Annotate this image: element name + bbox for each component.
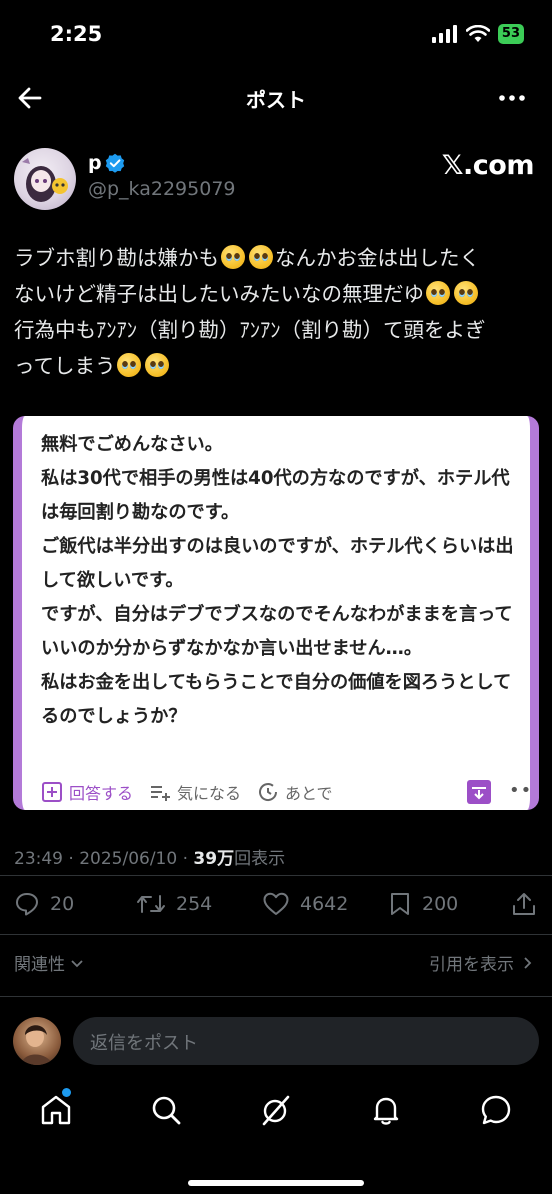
- post-text-segment: ないけど精子は出したいみたいなの無理だゆ: [14, 282, 424, 306]
- clock-icon: [259, 783, 278, 801]
- sort-label: 関連性: [14, 955, 65, 975]
- interest-action: 気になる: [149, 780, 241, 804]
- avatar-illustration: [22, 158, 68, 202]
- reply-placeholder: 返信をポスト: [90, 1033, 198, 1054]
- sort-replies-dropdown[interactable]: 関連性: [14, 950, 85, 975]
- post-text-segment: ってしまう: [14, 354, 116, 378]
- image-action-row: 回答する 気になる あとで •••: [41, 780, 530, 804]
- bottom-tab-bar: [0, 1080, 552, 1194]
- pleading-face-emoji-icon: [117, 353, 142, 377]
- author-avatar[interactable]: [14, 148, 76, 210]
- post-author: p @p_ka2295079 𝕏.com: [14, 148, 538, 212]
- top-navigation: ポスト: [0, 72, 552, 124]
- battery-indicator: 53: [497, 24, 524, 44]
- image-question-text: 無料でごめんなさい。 私は30代で相手の男性は40代の方なのですが、ホテル代は毎…: [41, 434, 514, 727]
- author-display-name[interactable]: p: [88, 152, 102, 174]
- share-button[interactable]: [511, 891, 537, 917]
- repost-icon: [137, 895, 165, 913]
- pleading-face-emoji-icon: [426, 281, 450, 305]
- post-text: ラブホ割り勘は嫌かも なんかお金は出したく ないけど精子は出したいみたいなの無理だ…: [14, 240, 540, 384]
- chevron-right-icon: [524, 956, 532, 969]
- bookmark-count: 200: [422, 893, 459, 915]
- source-badge: 𝕏.com: [441, 150, 535, 181]
- tab-notifications[interactable]: [368, 1092, 404, 1128]
- view-count-suffix: 回表示: [234, 849, 286, 869]
- status-time: 2:25: [50, 22, 103, 46]
- avatar-photo: [21, 1025, 53, 1065]
- pleading-face-emoji-icon: [221, 245, 245, 269]
- author-handle[interactable]: @p_ka2295079: [88, 178, 236, 200]
- share-icon: [513, 893, 535, 915]
- grok-icon: [262, 1095, 290, 1126]
- interest-label: 気になる: [177, 784, 242, 803]
- status-bar: 2:25 53: [0, 0, 552, 72]
- post-actions: 20 254 4642 200: [0, 884, 552, 924]
- pleading-face-emoji-icon: [145, 353, 170, 377]
- more-options-icon[interactable]: [496, 82, 528, 114]
- reply-count: 20: [50, 893, 75, 915]
- answer-action: 回答する: [41, 780, 133, 804]
- home-icon: [41, 1095, 71, 1125]
- answer-icon: [42, 782, 62, 802]
- message-icon: [481, 1095, 511, 1125]
- divider: [0, 934, 552, 935]
- status-icons: 53: [431, 24, 524, 44]
- post-text-segment: ラブホ割り勘は嫌かも: [14, 246, 219, 270]
- reply-input[interactable]: 返信をポスト: [73, 1017, 539, 1065]
- divider: [0, 996, 552, 997]
- pleading-face-emoji-icon: [454, 281, 478, 305]
- post-datetime: 23:49 · 2025/06/10 ·: [14, 849, 194, 869]
- bookmark-icon: [391, 893, 409, 915]
- like-button[interactable]: 4642: [262, 891, 348, 917]
- repost-count: 254: [176, 893, 213, 915]
- verified-badge-icon: [105, 153, 125, 173]
- tab-messages[interactable]: [478, 1092, 514, 1128]
- page-title: ポスト: [246, 88, 306, 112]
- attached-image[interactable]: 無料でごめんなさい。 私は30代で相手の男性は40代の方なのですが、ホテル代は毎…: [13, 416, 539, 810]
- pleading-face-emoji-icon: [249, 245, 273, 269]
- image-more-icon: •••: [509, 780, 533, 801]
- notification-dot: [62, 1088, 71, 1097]
- later-label: あとで: [285, 784, 333, 803]
- heart-icon: [263, 892, 289, 915]
- tab-search[interactable]: [148, 1092, 184, 1128]
- bell-icon: [373, 1097, 399, 1125]
- answer-label: 回答する: [69, 784, 134, 803]
- reply-button[interactable]: 20: [14, 891, 74, 917]
- view-quotes-label: 引用を表示: [429, 955, 514, 975]
- home-indicator: [188, 1180, 364, 1186]
- later-action: あとで: [257, 780, 333, 804]
- like-count: 4642: [300, 893, 349, 915]
- current-user-avatar[interactable]: [13, 1017, 61, 1065]
- view-count: 39万: [193, 849, 235, 869]
- view-quotes-link[interactable]: 引用を表示: [429, 950, 534, 975]
- bookmark-button[interactable]: 200: [388, 891, 458, 917]
- post-text-segment: なんかお金は出したく: [275, 246, 480, 270]
- divider: [0, 875, 552, 876]
- reply-icon: [16, 893, 38, 916]
- chevron-down-icon: [71, 959, 83, 967]
- tab-home[interactable]: [38, 1088, 74, 1128]
- download-box-icon: [467, 780, 491, 804]
- post-timestamp: 23:49 · 2025/06/10 · 39万回表示: [14, 844, 285, 869]
- signal-icon: [431, 25, 457, 43]
- tab-grok[interactable]: [258, 1092, 294, 1128]
- add-list-icon: [151, 786, 171, 801]
- search-icon: [152, 1096, 181, 1125]
- repost-button[interactable]: 254: [136, 891, 212, 917]
- wifi-icon: [465, 25, 490, 42]
- post-text-segment: 行為中もｱﾝｱﾝ（割り勘）ｱﾝｱﾝ（割り勘）て頭をよぎ: [14, 318, 486, 342]
